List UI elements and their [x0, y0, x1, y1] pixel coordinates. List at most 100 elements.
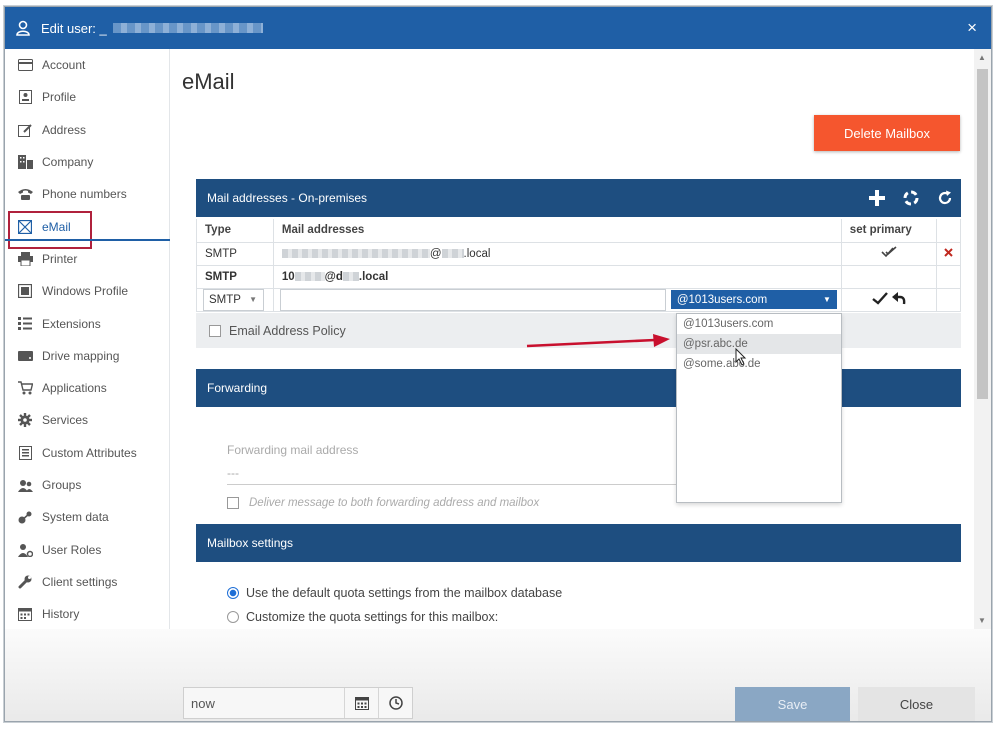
delete-icon[interactable] — [944, 247, 953, 260]
sidebar-item-custom-attributes[interactable]: Custom Attributes — [5, 437, 169, 469]
scrollbar-thumb[interactable] — [977, 69, 988, 399]
sidebar-item-printer[interactable]: Printer — [5, 243, 169, 275]
users-icon — [17, 477, 33, 493]
address-suffix: .local — [463, 247, 491, 260]
list-icon — [17, 316, 33, 332]
email-address-policy-checkbox[interactable] — [209, 324, 221, 337]
add-icon[interactable] — [867, 188, 887, 208]
table-row: SMTP 10 @d .local — [196, 264, 961, 289]
sidebar-item-label: Drive mapping — [42, 348, 120, 363]
sidebar-item-company[interactable]: Company — [5, 146, 169, 178]
domain-option[interactable]: @psr.abc.de — [677, 334, 841, 354]
confirm-icon[interactable] — [872, 291, 889, 308]
redacted-text — [342, 271, 359, 281]
sidebar-item-label: Services — [42, 413, 89, 428]
set-primary-cell[interactable] — [840, 241, 938, 266]
sidebar-item-label: Profile — [42, 90, 77, 105]
delete-cell — [936, 264, 961, 289]
sidebar-item-label: Extensions — [42, 316, 101, 331]
sidebar-item-client-settings[interactable]: Client settings — [5, 566, 169, 598]
save-button[interactable]: Save — [735, 687, 850, 721]
new-address-row: SMTP ▼ @1013users.com ▼ — [196, 287, 961, 312]
deliver-both-label: Deliver message to both forwarding addre… — [249, 497, 540, 509]
card-icon — [17, 57, 33, 73]
quota-custom-label: Customize the quota settings for this ma… — [246, 610, 499, 624]
sidebar-item-windows-profile[interactable]: Windows Profile — [5, 275, 169, 307]
sidebar-item-history[interactable]: History — [5, 598, 169, 630]
table-row: SMTP @ .local — [196, 241, 961, 266]
column-header-type: Type — [196, 219, 274, 243]
redacted-text — [441, 248, 464, 258]
new-row-actions — [840, 287, 938, 312]
domain-option[interactable]: @1013users.com — [677, 314, 841, 334]
sidebar-item-groups[interactable]: Groups — [5, 469, 169, 501]
domain-select[interactable]: @1013users.com ▼ — [670, 290, 837, 309]
forwarding-address-input[interactable]: --- — [227, 459, 695, 485]
id-badge-icon — [17, 89, 33, 105]
sidebar-item-user-roles[interactable]: User Roles — [5, 533, 169, 565]
mailbox-settings-panel-header: Mailbox settings — [196, 524, 961, 562]
quota-custom-option[interactable]: Customize the quota settings for this ma… — [227, 610, 498, 624]
quota-default-radio[interactable] — [227, 587, 239, 599]
redacted-text — [294, 271, 325, 281]
sidebar-item-email[interactable]: eMail — [5, 210, 170, 250]
delete-mailbox-button[interactable]: Delete Mailbox — [814, 115, 960, 151]
scroll-up-icon[interactable]: ▲ — [978, 53, 986, 62]
caret-down-icon: ▼ — [822, 295, 831, 304]
new-address-input[interactable] — [279, 288, 666, 311]
sidebar-item-applications[interactable]: Applications — [5, 372, 169, 404]
close-icon[interactable]: × — [967, 18, 977, 38]
scroll-down-icon[interactable]: ▼ — [978, 616, 986, 625]
phone-icon — [17, 186, 33, 202]
new-type-cell: SMTP ▼ — [196, 287, 274, 312]
drive-icon — [17, 348, 33, 364]
sidebar-item-label: Windows Profile — [42, 284, 129, 299]
vertical-scrollbar[interactable]: ▲ ▼ — [974, 49, 991, 629]
footer: now Save Close — [5, 629, 991, 721]
row-type: SMTP — [196, 241, 274, 266]
printer-icon — [17, 251, 33, 267]
window-title: Edit user: _ — [41, 20, 107, 36]
address-prefix: 10 — [281, 270, 295, 283]
sidebar-item-label: Printer — [42, 251, 78, 266]
delete-cell[interactable] — [936, 241, 961, 266]
sidebar-item-label: System data — [42, 510, 109, 525]
sidebar-item-label: Groups — [42, 478, 82, 492]
title-bar: Edit user: _ × — [5, 7, 991, 49]
sidebar-item-label: Address — [42, 122, 87, 137]
sidebar-item-system-data[interactable]: System data — [5, 501, 169, 533]
clock-icon[interactable] — [378, 688, 412, 718]
close-button[interactable]: Close — [858, 687, 975, 721]
lifebuoy-icon[interactable] — [901, 188, 921, 208]
type-select[interactable]: SMTP ▼ — [203, 288, 264, 311]
forwarding-panel-body: Forwarding mail address --- Deliver mess… — [196, 407, 961, 513]
sidebar-item-label: Applications — [42, 381, 107, 396]
undo-icon[interactable] — [891, 291, 906, 308]
sidebar-item-drive-mapping[interactable]: Drive mapping — [5, 340, 169, 372]
row-address: @ .local — [272, 241, 842, 266]
panel-toolbar — [867, 179, 955, 217]
calendar-icon[interactable] — [344, 688, 378, 718]
mail-addresses-table: Type Mail addresses set primary SMTP @ .l… — [196, 219, 961, 312]
refresh-icon[interactable] — [935, 188, 955, 208]
mouse-cursor-icon — [735, 348, 747, 366]
forwarding-panel-header: Forwarding — [196, 369, 961, 407]
sidebar-item-extensions[interactable]: Extensions — [5, 307, 169, 339]
date-input[interactable]: now — [184, 696, 344, 711]
sidebar-item-services[interactable]: Services — [5, 404, 169, 436]
quota-custom-radio[interactable] — [227, 611, 239, 623]
domain-dropdown-list: @1013users.com @psr.abc.de @some.abc.de — [676, 313, 842, 503]
sidebar-item-label: Client settings — [42, 574, 118, 589]
deliver-both-checkbox[interactable] — [227, 497, 239, 509]
sidebar-item-address[interactable]: Address — [5, 114, 169, 146]
sidebar-item-account[interactable]: Account — [5, 49, 169, 81]
sidebar-item-profile[interactable]: Profile — [5, 81, 169, 113]
panel-title: Mailbox settings — [207, 536, 294, 550]
set-primary-icon[interactable] — [881, 246, 897, 261]
sidebar-item-label: Account — [42, 58, 86, 73]
domain-option[interactable]: @some.abc.de — [677, 354, 841, 374]
sidebar-item-phone-numbers[interactable]: Phone numbers — [5, 178, 169, 210]
quota-default-option[interactable]: Use the default quota settings from the … — [227, 586, 562, 600]
sidebar-item-label: Custom Attributes — [42, 445, 137, 460]
wrench-icon — [17, 574, 33, 590]
